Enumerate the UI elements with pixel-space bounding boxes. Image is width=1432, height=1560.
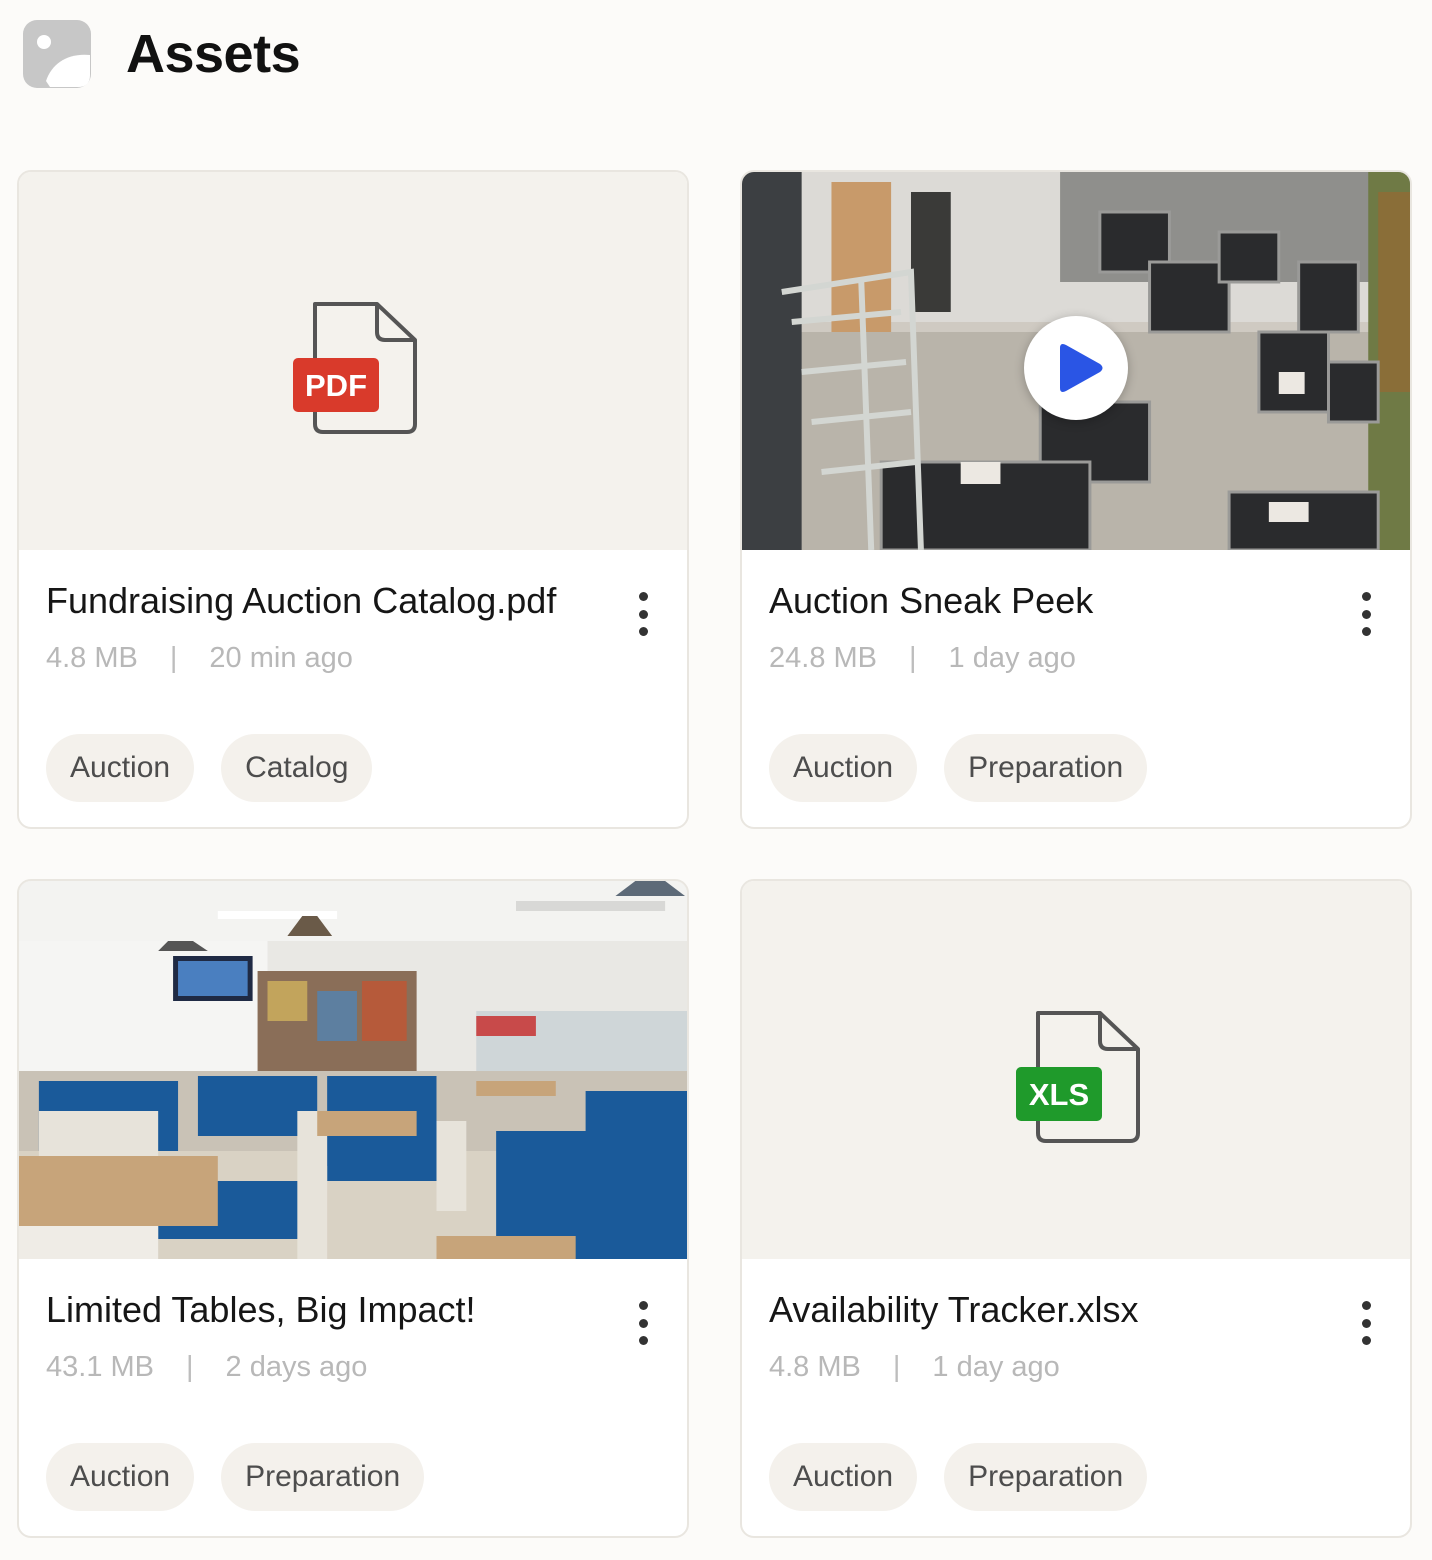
modified-time: 1 day ago: [948, 642, 1076, 674]
tag-list: Auction Preparation: [46, 1443, 451, 1511]
more-options-icon[interactable]: [633, 1301, 653, 1345]
photo-thumbnail[interactable]: [19, 881, 687, 1259]
tag-chip[interactable]: Preparation: [221, 1443, 425, 1511]
tag-chip[interactable]: Auction: [769, 1443, 918, 1511]
xls-file-icon: XLS: [1016, 1011, 1140, 1143]
asset-thumbnail[interactable]: PDF: [19, 172, 687, 550]
video-thumbnail[interactable]: [742, 172, 1410, 550]
tag-chip[interactable]: Auction: [769, 734, 918, 802]
asset-card[interactable]: Auction Sneak Peek 24.8 MB | 1 day ago A…: [740, 170, 1412, 829]
play-button[interactable]: [1024, 316, 1128, 420]
asset-thumbnail[interactable]: XLS: [742, 881, 1410, 1259]
tag-list: Auction Catalog: [46, 734, 399, 802]
asset-title[interactable]: Availability Tracker.xlsx: [769, 1289, 1349, 1331]
asset-title[interactable]: Auction Sneak Peek: [769, 580, 1349, 622]
image-icon: [23, 20, 91, 88]
xls-badge: XLS: [1029, 1077, 1089, 1112]
asset-title[interactable]: Fundraising Auction Catalog.pdf: [46, 580, 626, 622]
meta-separator: |: [909, 642, 917, 674]
asset-card[interactable]: XLS Availability Tracker.xlsx 4.8 MB | 1…: [740, 879, 1412, 1538]
meta-separator: |: [186, 1351, 194, 1383]
meta-separator: |: [169, 642, 178, 674]
more-options-icon[interactable]: [1356, 1301, 1376, 1345]
tag-chip[interactable]: Catalog: [221, 734, 373, 802]
tag-list: Auction Preparation: [769, 734, 1174, 802]
asset-title[interactable]: Limited Tables, Big Impact!: [46, 1289, 626, 1331]
modified-time: 2 days ago: [225, 1351, 368, 1383]
modified-time: 1 day ago: [932, 1351, 1060, 1383]
asset-card[interactable]: Limited Tables, Big Impact! 43.1 MB | 2 …: [17, 879, 689, 1538]
page-header: Assets: [22, 18, 301, 90]
asset-card[interactable]: PDF Fundraising Auction Catalog.pdf 4.8 …: [17, 170, 689, 829]
file-size: 43.1 MB: [46, 1351, 154, 1383]
asset-meta: 4.8 MB | 1 day ago: [769, 1351, 1060, 1384]
file-size: 4.8 MB: [769, 1351, 861, 1383]
tag-list: Auction Preparation: [769, 1443, 1174, 1511]
asset-meta: 24.8 MB | 1 day ago: [769, 642, 1076, 675]
asset-meta: 43.1 MB | 2 days ago: [46, 1351, 367, 1384]
photo-thumbnail-image: [19, 881, 687, 1259]
more-options-icon[interactable]: [633, 592, 653, 636]
modified-time: 20 min ago: [209, 642, 353, 674]
page-title: Assets: [126, 24, 301, 84]
pdf-badge: PDF: [305, 368, 367, 403]
file-size: 4.8 MB: [46, 642, 138, 674]
file-size: 24.8 MB: [769, 642, 877, 674]
pdf-file-icon: PDF: [293, 302, 417, 434]
tag-chip[interactable]: Preparation: [944, 1443, 1148, 1511]
tag-chip[interactable]: Preparation: [944, 734, 1148, 802]
tag-chip[interactable]: Auction: [46, 734, 195, 802]
meta-separator: |: [892, 1351, 901, 1383]
more-options-icon[interactable]: [1356, 592, 1376, 636]
play-icon: [1060, 344, 1103, 392]
asset-meta: 4.8 MB | 20 min ago: [46, 642, 353, 675]
tag-chip[interactable]: Auction: [46, 1443, 195, 1511]
